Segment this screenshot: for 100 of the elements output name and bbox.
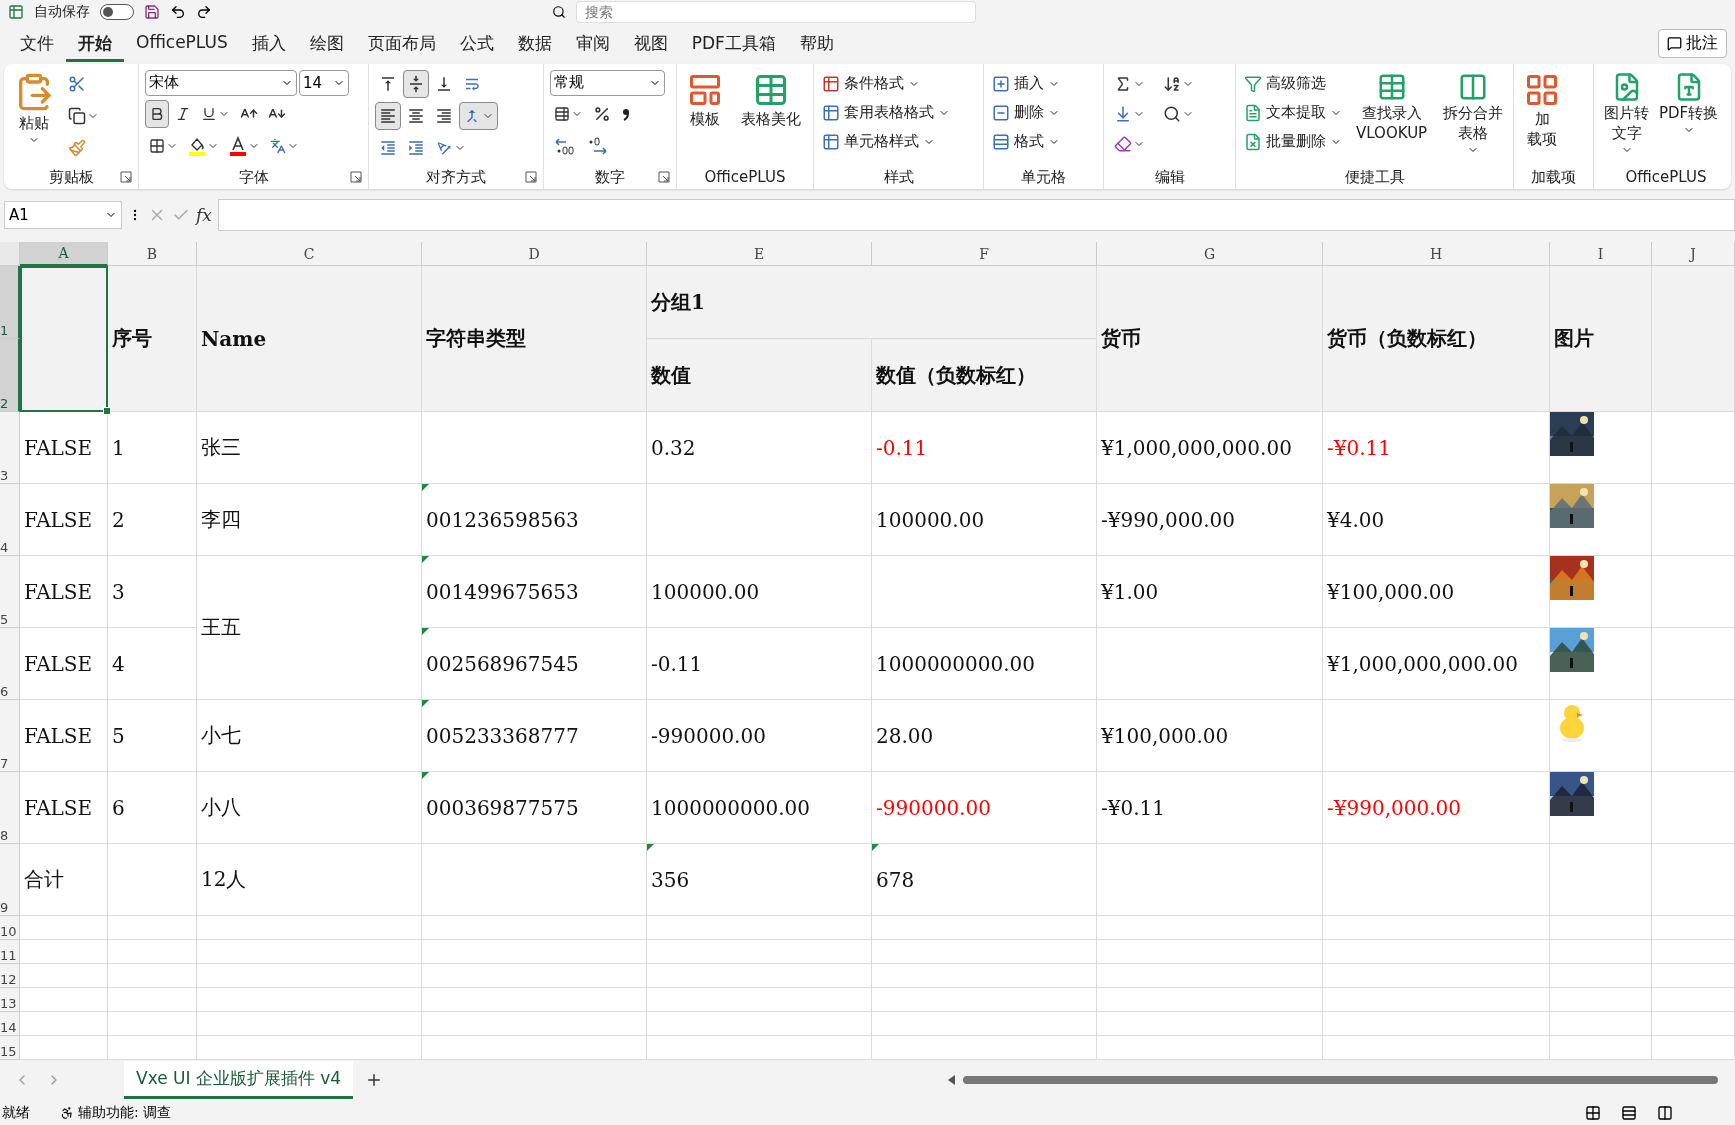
- row-header[interactable]: 15: [0, 1036, 20, 1061]
- row-header[interactable]: 10: [0, 916, 20, 941]
- paste-button[interactable]: 粘贴: [10, 69, 58, 148]
- dialog-launcher-icon[interactable]: [525, 171, 537, 184]
- column-header[interactable]: B: [108, 242, 197, 267]
- bold-button[interactable]: [145, 99, 169, 128]
- dialog-launcher-icon[interactable]: [120, 171, 132, 184]
- row-header[interactable]: 8: [0, 772, 20, 845]
- increase-indent-icon: [407, 138, 425, 157]
- undo-icon[interactable]: [170, 3, 186, 20]
- cells-menu-button[interactable]: 插入: [990, 69, 1062, 98]
- row-header[interactable]: 9: [0, 844, 20, 917]
- style-menu-button[interactable]: 单元格样式: [820, 127, 952, 156]
- menu-tab[interactable]: 数据: [505, 25, 564, 62]
- page-layout-icon[interactable]: [1621, 1104, 1637, 1121]
- name-box[interactable]: A1: [4, 201, 122, 230]
- group-label: OfficePLUS: [704, 168, 786, 187]
- search-field[interactable]: 搜索: [576, 0, 976, 23]
- dialog-launcher-icon[interactable]: [658, 171, 670, 184]
- menu-tab[interactable]: 插入: [239, 25, 298, 62]
- align-left-button[interactable]: [375, 101, 401, 130]
- group-label: 便捷工具: [1344, 167, 1405, 187]
- row-header[interactable]: 13: [0, 988, 20, 1013]
- tool-menu-button[interactable]: 高级筛选: [1242, 69, 1344, 98]
- tool-button[interactable]: 拆分合并 表格: [1439, 69, 1508, 158]
- row-header[interactable]: 14: [0, 1012, 20, 1037]
- redo-icon[interactable]: [196, 3, 212, 20]
- image-to-text-button[interactable]: 图片转 文字: [1600, 69, 1653, 158]
- fill-handle[interactable]: [103, 407, 111, 416]
- menu-tab[interactable]: 开始: [66, 25, 124, 62]
- column-header[interactable]: C: [197, 242, 422, 267]
- table-cell: 28.00: [872, 700, 1097, 773]
- pdf-convert-button[interactable]: PDF转换: [1655, 69, 1723, 138]
- menu-tab[interactable]: 页面布局: [355, 25, 448, 62]
- dialog-launcher-icon[interactable]: [350, 171, 362, 184]
- menu-tab[interactable]: 审阅: [563, 25, 622, 62]
- tool-menu-button[interactable]: 文本提取: [1242, 98, 1344, 127]
- insert-function-button[interactable]: fx: [196, 205, 212, 226]
- accessibility-status[interactable]: 辅助功能: 调查: [60, 1103, 172, 1122]
- middle-align-icon: [407, 74, 425, 93]
- row-header[interactable]: 11: [0, 940, 20, 965]
- table-cell: 1000000000.00: [872, 628, 1097, 701]
- column-header[interactable]: I: [1550, 242, 1652, 267]
- paintbrush-icon: [68, 138, 86, 157]
- table-cell: 005233368777: [422, 700, 647, 773]
- row-header[interactable]: 3: [0, 412, 20, 485]
- italic-icon: [175, 105, 191, 122]
- font-select[interactable]: 宋体: [145, 69, 297, 96]
- formula-input[interactable]: [217, 199, 1735, 232]
- column-header[interactable]: D: [422, 242, 647, 267]
- table-beautify-button[interactable]: 表格美化: [737, 69, 805, 130]
- decrease-indent-icon: [379, 138, 397, 157]
- menu-tab[interactable]: 公式: [447, 25, 506, 62]
- normal-view-icon[interactable]: [1585, 1104, 1601, 1121]
- middle-align-button[interactable]: [403, 69, 429, 98]
- column-header[interactable]: A: [20, 242, 108, 267]
- font-size-select[interactable]: 14: [299, 69, 349, 96]
- menu-tab[interactable]: 绘图: [297, 25, 356, 62]
- row-header[interactable]: 5: [0, 556, 20, 629]
- template-button[interactable]: 模板: [683, 69, 727, 130]
- page-break-icon[interactable]: [1657, 1104, 1673, 1121]
- row-header[interactable]: 2: [0, 339, 20, 413]
- search-icon: [552, 4, 566, 19]
- row-header[interactable]: 1: [0, 266, 20, 340]
- autosave-toggle[interactable]: [100, 3, 134, 20]
- row-header[interactable]: 4: [0, 484, 20, 557]
- table-cell: 356: [647, 844, 872, 917]
- format-cells-icon: [992, 132, 1010, 151]
- fill-down-icon: [1114, 104, 1132, 123]
- column-header[interactable]: J: [1652, 242, 1735, 267]
- save-icon[interactable]: [144, 3, 160, 20]
- tool-menu-button[interactable]: 批量删除: [1242, 127, 1344, 156]
- row-header[interactable]: 6: [0, 628, 20, 701]
- scissors-icon: [68, 74, 86, 93]
- row-header[interactable]: 12: [0, 964, 20, 989]
- menu-tab[interactable]: PDF工具箱: [679, 25, 788, 62]
- add-ins-button[interactable]: 加 载项: [1520, 69, 1564, 150]
- style-menu-button[interactable]: 套用表格格式: [820, 98, 952, 127]
- style-menu-button[interactable]: 条件格式: [820, 69, 952, 98]
- column-header[interactable]: E: [647, 242, 872, 267]
- menu-tab[interactable]: OfficePLUS: [124, 25, 240, 62]
- menu-tab[interactable]: 帮助: [787, 25, 846, 62]
- header-cell: 数值: [647, 339, 872, 413]
- menu-tab[interactable]: 文件: [8, 25, 66, 62]
- sheet-tab[interactable]: Vxe UI 企业版扩展插件 v4: [124, 1061, 354, 1100]
- cells-menu-button[interactable]: 格式: [990, 127, 1062, 156]
- number-format-select[interactable]: 常规: [550, 69, 665, 96]
- group-label: 字体: [238, 167, 269, 187]
- cells-menu-button[interactable]: 删除: [990, 98, 1062, 127]
- table-cell: 002568967545: [422, 628, 647, 701]
- menu-tab[interactable]: 视图: [621, 25, 680, 62]
- search-icon: [1163, 104, 1181, 123]
- column-header[interactable]: G: [1097, 242, 1323, 267]
- comment-button[interactable]: 批注: [1658, 29, 1727, 59]
- row-header[interactable]: 7: [0, 700, 20, 773]
- column-header[interactable]: H: [1323, 242, 1550, 267]
- table-cell: FALSE: [20, 412, 108, 485]
- tool-button[interactable]: 查找录入 VLOOKUP: [1352, 69, 1432, 144]
- merge-center-button[interactable]: [459, 101, 498, 130]
- column-header[interactable]: F: [872, 242, 1097, 267]
